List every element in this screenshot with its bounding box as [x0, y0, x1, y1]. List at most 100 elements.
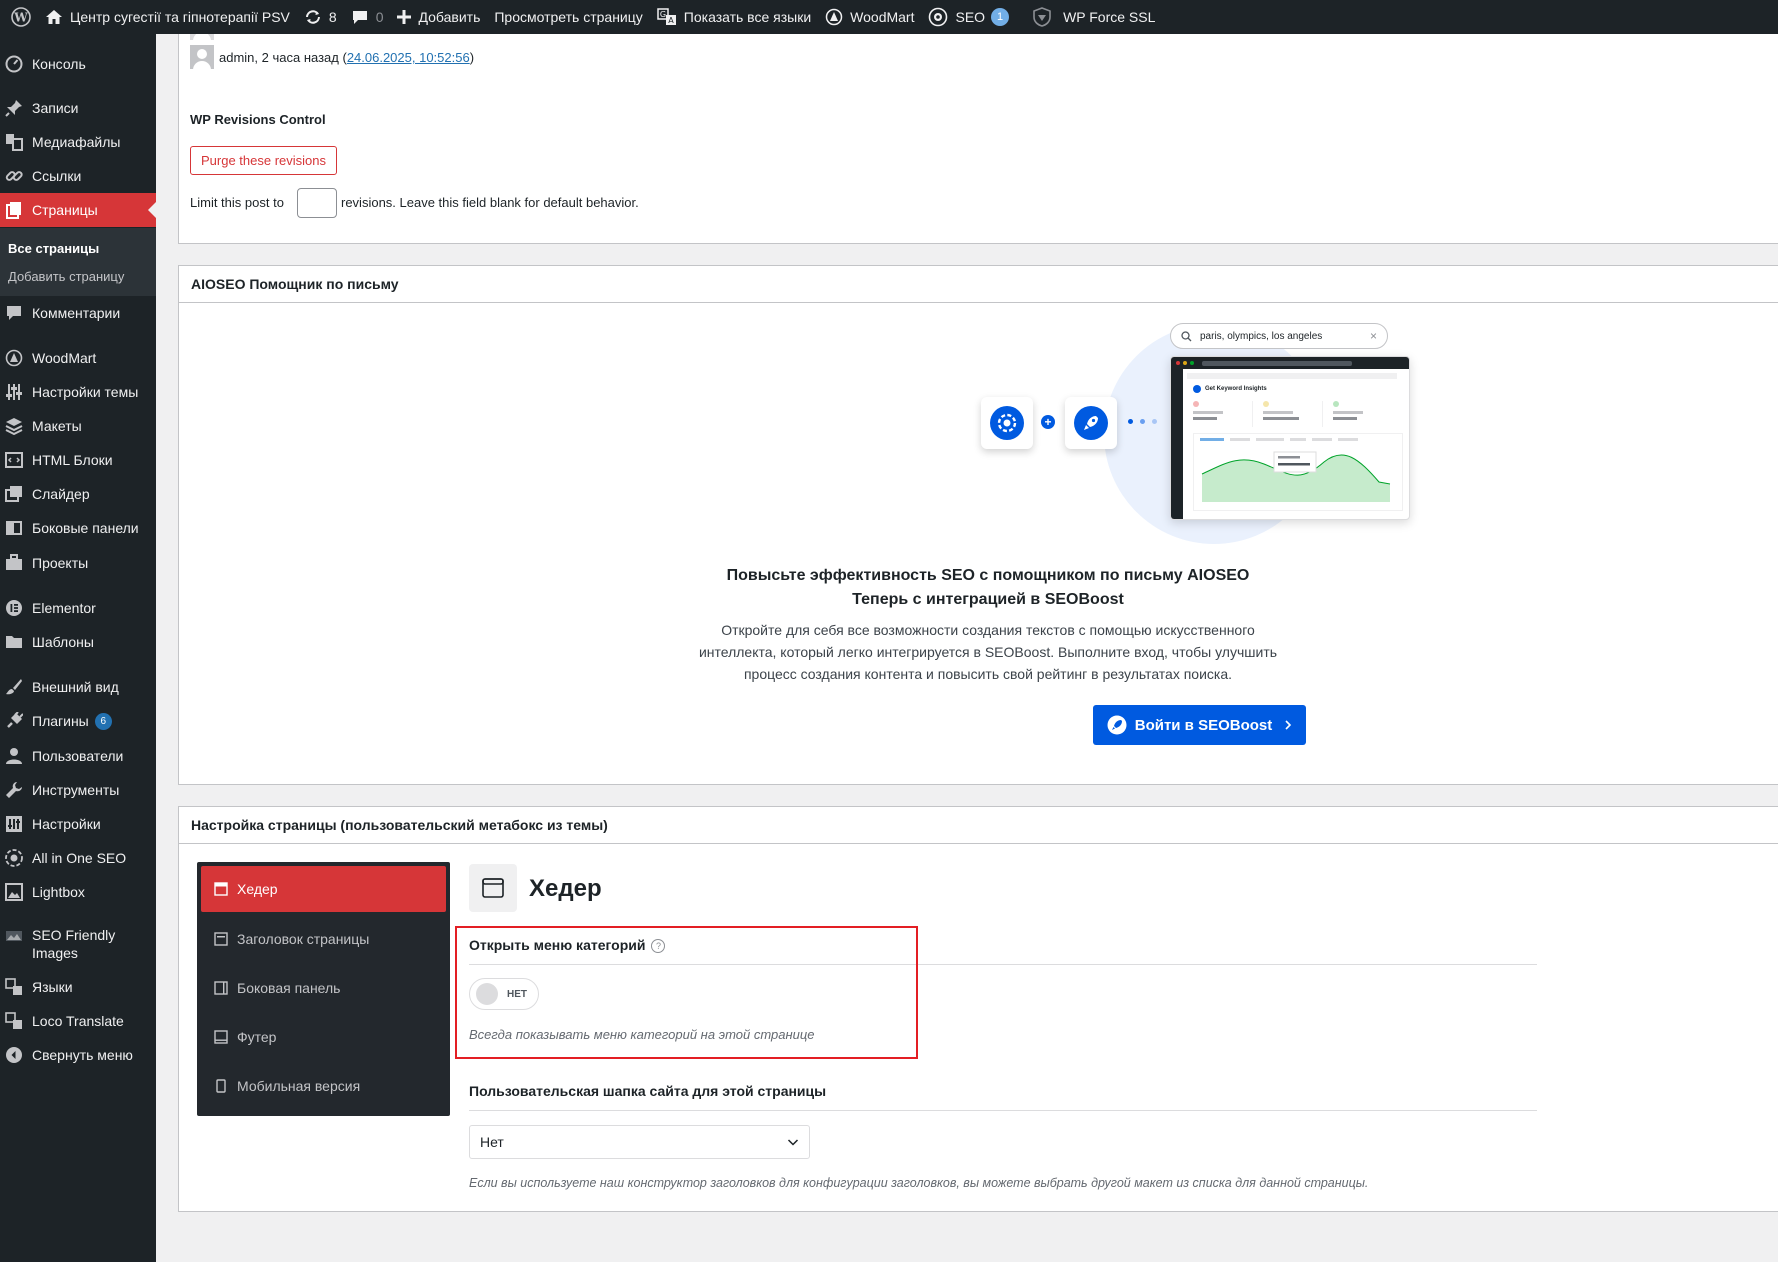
- pin-icon: [4, 98, 24, 118]
- settings-icon: [4, 814, 24, 834]
- sidebar-item-sidebar[interactable]: Боковые панели: [0, 511, 156, 545]
- sidebar-item-seo-images[interactable]: SEO Friendly Images: [0, 922, 156, 966]
- sidebar-item-plugin[interactable]: Плагины 6: [0, 704, 156, 738]
- add-new-label: Добавить: [418, 9, 481, 25]
- slider-icon: [4, 484, 24, 504]
- sidebar-item-label: Комментарии: [32, 305, 121, 321]
- woodmart-label: WoodMart: [850, 9, 915, 25]
- limit-suffix: revisions. Leave this field blank for de…: [341, 195, 639, 210]
- limit-prefix: Limit this post to: [190, 195, 284, 210]
- revisions-limit-input[interactable]: [297, 188, 337, 218]
- sidebar-item-wrench[interactable]: Инструменты: [0, 773, 156, 807]
- page-settings-header[interactable]: Настройка страницы (пользовательский мет…: [179, 807, 1778, 844]
- sidebar-item-lightbox[interactable]: Lightbox: [0, 875, 156, 909]
- purge-revisions-button[interactable]: Purge these revisions: [190, 146, 338, 175]
- search-icon: [1181, 330, 1192, 341]
- aioseo-icon: [4, 848, 24, 868]
- seoboost-login-button[interactable]: Войти в SEOBoost: [1093, 705, 1306, 745]
- custom-header-label: Пользовательская шапка сайта для этой ст…: [469, 1083, 827, 1099]
- sidebar-item-aioseo[interactable]: All in One SEO: [0, 841, 156, 875]
- sidebar-item-label: WoodMart: [32, 350, 97, 366]
- mock-stat-1: [1193, 401, 1253, 427]
- comment-bubble-icon: [352, 11, 367, 24]
- elementor-icon: [4, 598, 24, 618]
- updates-icon: [305, 10, 320, 24]
- brush-icon: [4, 677, 24, 697]
- sidebar-item-briefcase[interactable]: Проекты: [0, 546, 156, 580]
- view-page-link[interactable]: Просмотреть страницу: [487, 0, 649, 34]
- sidebar-item-label: Инструменты: [32, 782, 120, 798]
- sidebar-item-collapse[interactable]: Свернуть меню: [0, 1038, 156, 1072]
- sidebar-item-pin[interactable]: Записи: [0, 91, 156, 125]
- aioseo-card: [981, 397, 1033, 449]
- html-icon: [4, 450, 24, 470]
- submenu-add-page[interactable]: Добавить страницу: [8, 269, 124, 284]
- sidebar-item-label: Страницы: [32, 202, 98, 218]
- settings-tabs: Хедер Заголовок страницы Боковая панель …: [197, 862, 450, 1116]
- sidebar-item-woodmart[interactable]: WoodMart: [0, 341, 156, 375]
- sidebar-item-label: Плагины: [32, 713, 89, 729]
- submenu-all-pages[interactable]: Все страницы: [8, 241, 99, 256]
- tab-mobile[interactable]: Мобильная версия: [201, 1063, 446, 1109]
- wp-logo-icon[interactable]: W: [4, 0, 38, 34]
- sidebar-item-media[interactable]: Медиафайлы: [0, 125, 156, 159]
- sidebar-item-label: Ссылки: [32, 168, 82, 184]
- add-new-link[interactable]: Добавить: [390, 0, 487, 34]
- sidebar-item-translate[interactable]: Языки: [0, 970, 156, 1004]
- seoboost-card: [1065, 397, 1117, 449]
- sidebar-item-sliders[interactable]: Настройки темы: [0, 375, 156, 409]
- chevron-down-icon: [787, 1139, 799, 1146]
- sidebar-item-html[interactable]: HTML Блоки: [0, 443, 156, 477]
- woodmart-link[interactable]: WoodMart: [818, 0, 921, 34]
- tab-footer[interactable]: Футер: [201, 1014, 446, 1060]
- loco-icon: [4, 1011, 24, 1031]
- sidebar-item-comment[interactable]: Комментарии: [0, 296, 156, 330]
- aioseo-box-header[interactable]: AIOSEO Помощник по письму: [179, 266, 1778, 303]
- sidebar-item-elementor[interactable]: Elementor: [0, 591, 156, 625]
- pages-submenu: [0, 228, 156, 296]
- mock-chart: [1193, 433, 1403, 511]
- tab-header[interactable]: Хедер: [201, 866, 446, 912]
- languages-link[interactable]: GA Показать все языки: [650, 0, 818, 34]
- sidebar-item-brush[interactable]: Внешний вид: [0, 670, 156, 704]
- tab-sidebar[interactable]: Боковая панель: [201, 965, 446, 1011]
- media-icon: [4, 132, 24, 152]
- footer-icon: [213, 1029, 229, 1045]
- site-name-link[interactable]: Центр сугестії та гіпнотерапії PSV: [38, 0, 297, 34]
- sidebar-item-label: Настройки темы: [32, 384, 139, 400]
- custom-header-select[interactable]: Нет: [469, 1125, 810, 1159]
- force-ssl-link[interactable]: WP Force SSL: [1024, 0, 1162, 34]
- updates-link[interactable]: 8: [297, 0, 344, 34]
- revisions-box: [178, 34, 1778, 244]
- seo-link[interactable]: SEO 1: [921, 0, 1016, 34]
- seo-badge: 1: [991, 8, 1010, 26]
- sidebar-item-link[interactable]: Ссылки: [0, 159, 156, 193]
- plus-icon: [397, 10, 412, 24]
- aioseo-headline-1: Повысьте эффективность SEO с помощником …: [726, 567, 1250, 584]
- briefcase-icon: [4, 553, 24, 573]
- sidebar-item-loco[interactable]: Loco Translate: [0, 1004, 156, 1038]
- sidebar-item-pages[interactable]: Страницы: [0, 193, 156, 227]
- sidebar-item-layers[interactable]: Макеты: [0, 409, 156, 443]
- link-icon: [4, 166, 24, 186]
- updates-count: 8: [328, 9, 337, 25]
- sidebar-item-folder[interactable]: Шаблоны: [0, 625, 156, 659]
- tab-page-title[interactable]: Заголовок страницы: [201, 916, 446, 962]
- mock-toolbar: [1187, 373, 1397, 379]
- sidebar-item-settings[interactable]: Настройки: [0, 807, 156, 841]
- revision-date-link[interactable]: 24.06.2025, 10:52:56: [347, 50, 470, 65]
- avatar: [190, 45, 214, 69]
- wrench-icon: [4, 780, 24, 800]
- seo-label: SEO: [955, 9, 986, 25]
- sidebar-item-slider[interactable]: Слайдер: [0, 477, 156, 511]
- sidebar-item-label: All in One SEO: [32, 850, 127, 866]
- admin-bar: W Центр сугестії та гіпнотерапії PSV 8 0…: [0, 0, 1778, 34]
- collapse-icon: [4, 1045, 24, 1065]
- revision-author: admin, 2 часа назад (: [219, 50, 347, 65]
- sidebar-item-label: Elementor: [32, 600, 96, 616]
- dot-2: [1140, 419, 1145, 424]
- comments-link[interactable]: 0: [344, 0, 391, 34]
- custom-header-value: Нет: [480, 1134, 504, 1150]
- sidebar-item-dashboard[interactable]: Консоль: [0, 47, 156, 81]
- sidebar-item-user[interactable]: Пользователи: [0, 739, 156, 773]
